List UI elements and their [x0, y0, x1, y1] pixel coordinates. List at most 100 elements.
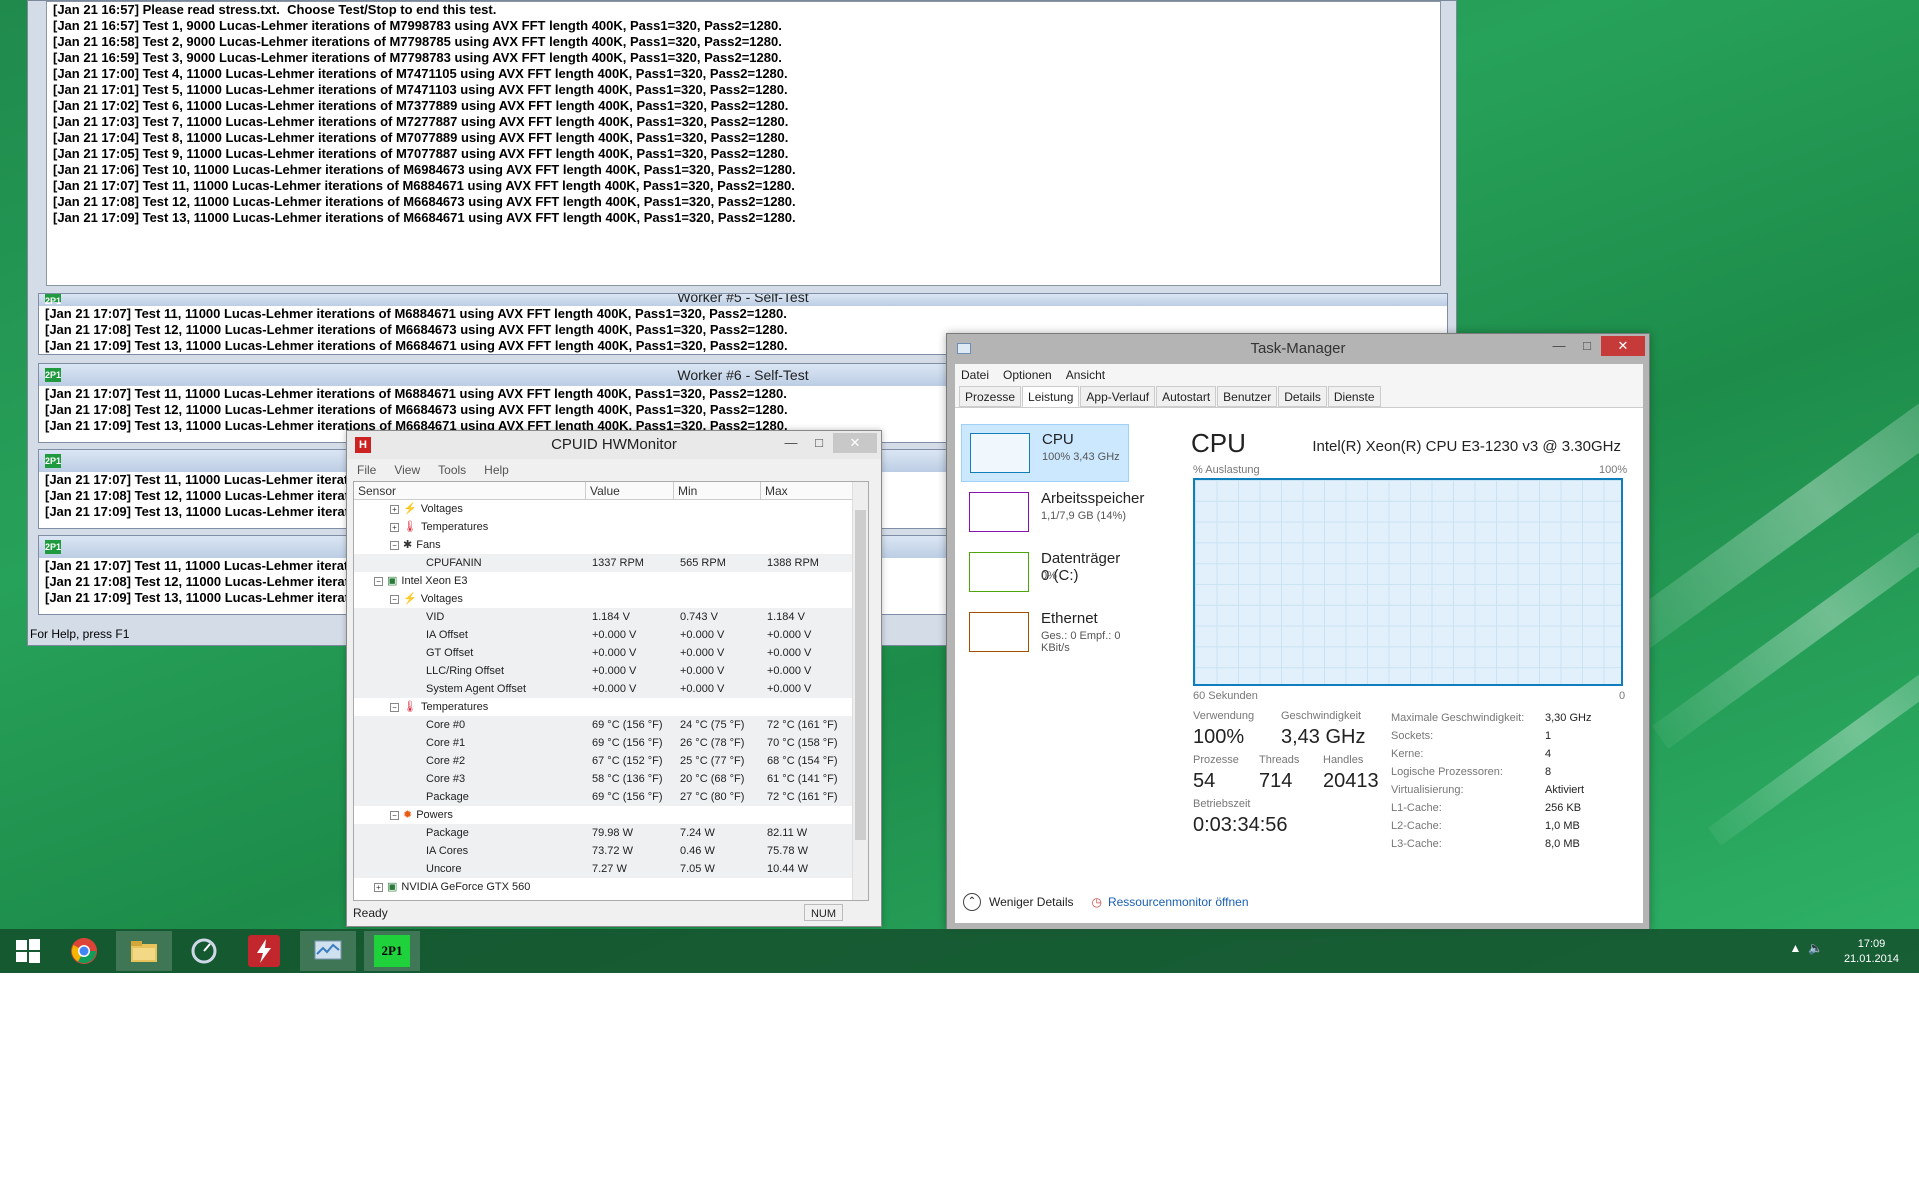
sensor-row[interactable]: − ▣ Intel Xeon E3 [354, 572, 868, 590]
maximize-button[interactable]: □ [805, 433, 833, 453]
sensor-row[interactable]: CPUFANIN 1337 RPM 565 RPM 1388 RPM [354, 554, 868, 572]
sensor-value: +0.000 V [592, 683, 637, 695]
sensor-row[interactable]: Core #2 67 °C (152 °F) 25 °C (77 °F) 68 °C … [354, 752, 868, 770]
menu-item-view[interactable]: View [394, 463, 420, 477]
sensor-row[interactable]: Uncore 7.27 W 7.05 W 10.44 W [354, 860, 868, 878]
expand-icon[interactable]: + [390, 522, 399, 532]
column-header[interactable]: Value [586, 482, 674, 499]
sensor-max: 70 °C (158 °F) [767, 737, 838, 749]
collapse-icon[interactable]: − [390, 810, 399, 820]
graph-zero: 0 [1619, 690, 1626, 702]
fan-icon: ✱ [403, 539, 413, 551]
sensor-row[interactable]: − ⚡ Voltages [354, 590, 868, 608]
tab-leistung[interactable]: Leistung [1022, 386, 1080, 407]
fewer-details-link[interactable]: Weniger Details [989, 895, 1073, 909]
tab-details[interactable]: Details [1278, 386, 1327, 407]
maximize-button[interactable]: □ [1573, 336, 1601, 356]
menu-item-optionen[interactable]: Optionen [1003, 368, 1052, 382]
sensor-max [761, 878, 856, 896]
tab-dienste[interactable]: Dienste [1327, 386, 1381, 407]
sensor-row[interactable]: − 🌡 Temperatures [354, 698, 868, 716]
close-button[interactable]: ✕ [1601, 336, 1645, 356]
taskbar-explorer[interactable] [116, 931, 172, 971]
resource-item[interactable]: Arbeitsspeicher 1,1/7,9 GB (14%) [961, 484, 1144, 542]
collapse-icon[interactable]: − [390, 540, 399, 550]
expand-icon[interactable]: + [374, 882, 383, 892]
tab-app-verlauf[interactable]: App-Verlauf [1080, 386, 1156, 407]
folder-icon [131, 941, 157, 962]
voltage-icon: ⚡ [403, 503, 417, 515]
sensor-row[interactable]: LLC/Ring Offset +0.000 V +0.000 V +0.000 V [354, 662, 868, 680]
collapse-icon[interactable]: − [374, 576, 383, 586]
sensor-name: Voltages [420, 503, 463, 515]
resource-item[interactable]: CPU 100% 3,43 GHz [961, 424, 1129, 482]
sensor-name: Core #0 [426, 719, 466, 731]
detail-value: Aktiviert [1545, 784, 1585, 796]
wallpaper-stripe [1707, 616, 1919, 846]
resource-monitor-link[interactable]: Ressourcenmonitor öffnen [1108, 895, 1249, 909]
menu-item-ansicht[interactable]: Ansicht [1066, 368, 1105, 382]
tab-bar: Prozesse Leistung App-Verlauf Autostart Benu… [955, 386, 1643, 408]
sensor-min [674, 806, 761, 824]
menu-item-tools[interactable]: Tools [438, 463, 466, 477]
taskbar-flash[interactable] [236, 931, 292, 971]
detail-value: 8,0 MB [1545, 838, 1580, 850]
column-header[interactable]: Min [674, 482, 761, 499]
resource-item[interactable]: Ethernet Ges.: 0 Empf.: 0 KBit/s [961, 604, 1129, 662]
tab-prozesse[interactable]: Prozesse [959, 386, 1022, 407]
scroll-thumb[interactable] [855, 510, 866, 840]
graph-label: % Auslastung [1193, 464, 1260, 476]
expand-icon[interactable]: + [390, 504, 399, 514]
start-button[interactable] [0, 931, 56, 971]
log-line: [Jan 21 17:07] Test 11, 11000 Lucas-Lehm… [53, 178, 795, 193]
sensor-row[interactable]: Package 79.98 W 7.24 W 82.11 W [354, 824, 868, 842]
sensor-row[interactable]: − ✹ Powers [354, 806, 868, 824]
taskbar-prime95[interactable]: 2P1 [364, 931, 420, 971]
taskbar-chrome[interactable] [56, 931, 112, 971]
sensor-row[interactable]: + ▣ NVIDIA GeForce GTX 560 [354, 878, 868, 896]
tab-autostart[interactable]: Autostart [1156, 386, 1217, 407]
sensor-row[interactable]: Core #3 58 °C (136 °F) 20 °C (68 °F) 61 °C … [354, 770, 868, 788]
resource-name: Ethernet [1041, 610, 1098, 627]
chevron-up-icon[interactable]: ⌃ [963, 893, 981, 911]
column-header[interactable]: Max [761, 482, 856, 499]
speedometer-icon [191, 938, 217, 964]
sensor-max: 72 °C (161 °F) [767, 791, 838, 803]
menu-item-file[interactable]: File [357, 463, 376, 477]
sensor-row[interactable]: IA Cores 73.72 W 0.46 W 75.78 W [354, 842, 868, 860]
close-button[interactable]: ✕ [833, 433, 877, 453]
graph-max: 100% [1599, 464, 1628, 476]
minimize-button[interactable]: — [777, 433, 805, 453]
sensor-min: +0.000 V [680, 647, 725, 659]
sensor-row[interactable]: − ✱ Fans [354, 536, 868, 554]
taskbar-app[interactable] [176, 931, 232, 971]
tab-benutzer[interactable]: Benutzer [1217, 386, 1278, 407]
taskbar-task-manager[interactable] [300, 931, 356, 971]
resource-item[interactable]: Datenträger 0 (C:) 0% [961, 544, 1129, 602]
sensor-max: 10.44 W [767, 863, 808, 875]
cpu-utilization-fill [1195, 480, 1621, 684]
menu-item-help[interactable]: Help [484, 463, 509, 477]
sensor-row[interactable]: + 🌡 Temperatures [354, 518, 868, 536]
menu-item-datei[interactable]: Datei [961, 368, 989, 382]
sensor-row[interactable]: Package 69 °C (156 °F) 27 °C (80 °F) 72 °C … [354, 788, 868, 806]
sensor-row[interactable]: Core #0 69 °C (156 °F) 24 °C (75 °F) 72 °C … [354, 716, 868, 734]
sensor-row[interactable]: + ⚡ Voltages [354, 500, 868, 518]
speaker-icon[interactable]: ▲ 🔈 [1790, 941, 1824, 955]
sensor-row[interactable]: Core #1 69 °C (156 °F) 26 °C (78 °F) 70 °C … [354, 734, 868, 752]
sensor-row[interactable]: System Agent Offset +0.000 V +0.000 V +0.00… [354, 680, 868, 698]
collapse-icon[interactable]: − [390, 702, 399, 712]
minimize-button[interactable]: — [1545, 336, 1573, 356]
sensor-row[interactable]: IA Offset +0.000 V +0.000 V +0.000 V [354, 626, 868, 644]
sensor-name: System Agent Offset [426, 683, 527, 695]
sensor-value: +0.000 V [592, 665, 637, 677]
column-header[interactable]: Sensor [354, 482, 586, 499]
sensor-row[interactable]: VID 1.184 V 0.743 V 1.184 V [354, 608, 868, 626]
sensor-row[interactable]: GT Offset +0.000 V +0.000 V +0.000 V [354, 644, 868, 662]
system-clock[interactable]: 17:09 21.01.2014 [1844, 937, 1899, 967]
resource-monitor-icon: ◷ [1091, 895, 1102, 909]
collapse-icon[interactable]: − [390, 594, 399, 604]
vertical-scrollbar[interactable] [852, 482, 868, 900]
sensor-name: IA Cores [426, 845, 469, 857]
threads-label: Threads [1259, 754, 1300, 766]
